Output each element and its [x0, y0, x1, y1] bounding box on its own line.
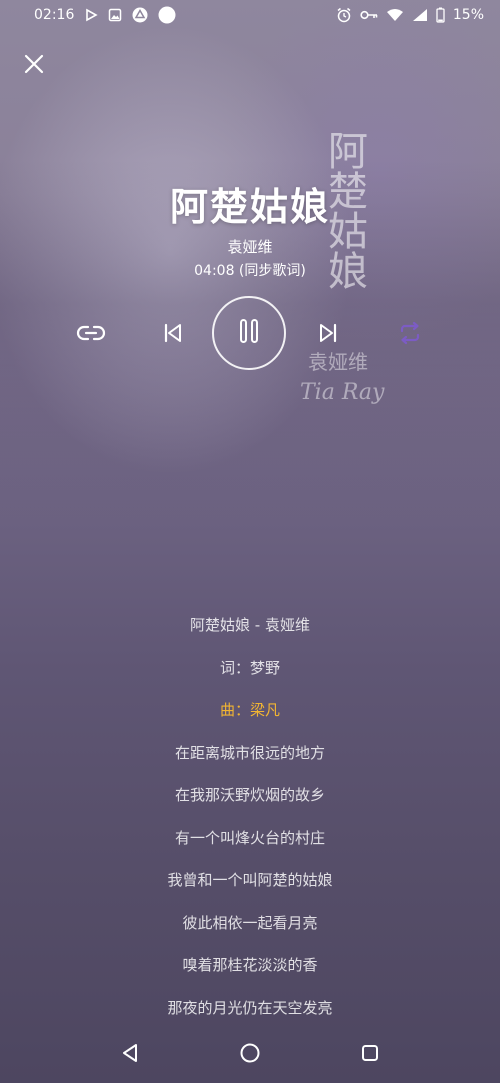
- song-title: 阿楚姑娘: [169, 185, 330, 229]
- lyric-line: 在我那沃野炊烟的故乡: [174, 786, 325, 804]
- repeat-icon: [397, 321, 423, 349]
- lyric-line-active: 曲：梁凡: [219, 701, 280, 719]
- recents-button[interactable]: [358, 1043, 382, 1067]
- battery-icon: [436, 7, 445, 23]
- lyric-line: 彼此相依一起看月亮: [182, 913, 318, 932]
- lyric-line: 有一个叫烽火台的村庄: [174, 828, 325, 847]
- artwork-artist: 袁娅维: [308, 350, 368, 374]
- next-button[interactable]: [313, 320, 343, 350]
- alarm-icon: [336, 7, 352, 23]
- home-button[interactable]: [238, 1043, 262, 1067]
- lyric-line: 在距离城市很远的地方: [174, 743, 325, 762]
- previous-button[interactable]: [158, 320, 188, 350]
- lyric-line: 嗅着那桂花淡淡的香: [182, 956, 318, 974]
- link-button[interactable]: [74, 318, 108, 352]
- pause-icon: [237, 318, 261, 348]
- drive-icon: [132, 7, 148, 23]
- artwork-signature: Tia Ray: [300, 380, 385, 405]
- lyric-line: 阿楚姑娘 - 袁娅维: [190, 616, 310, 634]
- battery-percent: 15%: [452, 7, 484, 23]
- repeat-button[interactable]: [393, 318, 427, 352]
- dot-icon: [158, 6, 176, 24]
- link-icon: [76, 322, 106, 348]
- recents-icon: [360, 1043, 380, 1067]
- wifi-icon: [386, 8, 404, 22]
- image-icon: [108, 8, 122, 22]
- navigation-bar: [0, 1030, 500, 1080]
- lyric-line: 我曾和一个叫阿楚的姑娘: [167, 871, 333, 889]
- pause-button[interactable]: [212, 296, 286, 370]
- back-button[interactable]: [118, 1043, 142, 1067]
- song-artist: 袁娅维: [227, 238, 273, 256]
- lyric-line: 那夜的月光仍在天空发亮: [167, 998, 333, 1017]
- status-time: 02:16: [34, 7, 75, 23]
- home-icon: [239, 1042, 261, 1068]
- previous-icon: [162, 322, 184, 348]
- close-button[interactable]: [22, 52, 46, 76]
- vpn-key-icon: [360, 9, 378, 21]
- next-icon: [317, 322, 339, 348]
- status-bar: 02:16 15%: [0, 0, 500, 30]
- play-icon: [84, 8, 99, 22]
- close-icon: [22, 54, 46, 80]
- lyric-line: 词：梦野: [219, 658, 280, 677]
- lyrics-list[interactable]: 阿楚姑娘 - 袁娅维 词：梦野 曲：梁凡 在距离城市很远的地方 在我那沃野炊烟的…: [0, 610, 500, 1035]
- signal-icon: [412, 8, 428, 22]
- back-icon: [121, 1043, 139, 1067]
- song-duration: 04:08 (同步歌词): [194, 263, 306, 279]
